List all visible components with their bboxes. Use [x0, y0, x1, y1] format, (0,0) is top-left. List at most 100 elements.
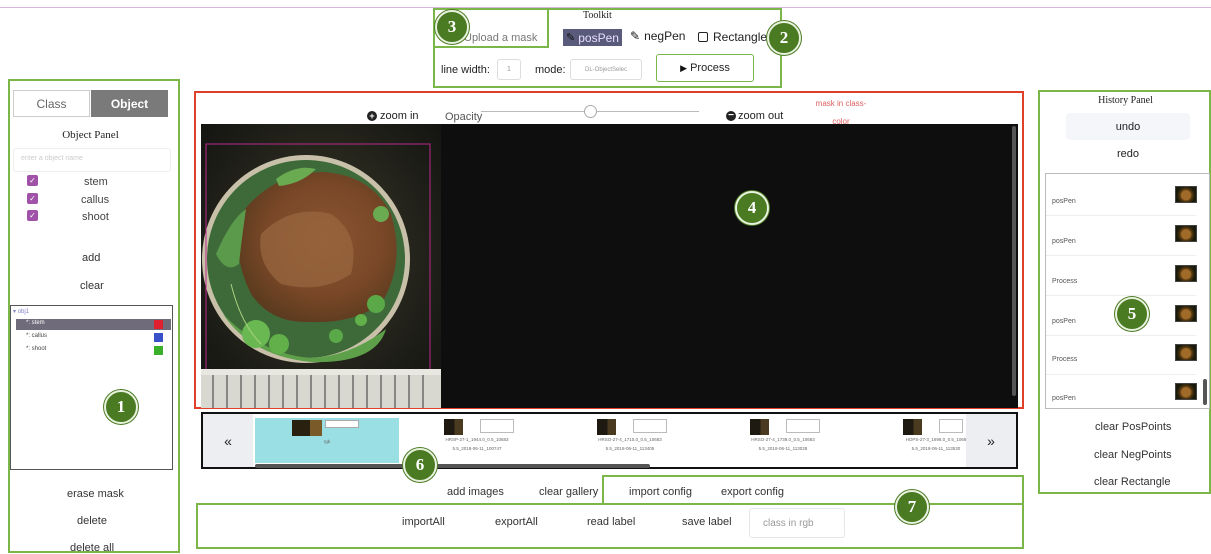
minus-circle-icon: −	[726, 111, 736, 121]
upload-mask-button[interactable]: Upload a mask	[464, 32, 537, 44]
clear-pos-points-button[interactable]: clear PosPoints	[1095, 421, 1171, 433]
object-name-input[interactable]: enter a object name	[13, 148, 171, 172]
history-thumb	[1175, 344, 1197, 361]
toolkit-title: Toolkit	[583, 10, 612, 21]
history-divider	[1046, 215, 1196, 216]
opacity-slider-thumb[interactable]	[584, 105, 597, 118]
gallery-name-box	[939, 419, 963, 433]
mode-select[interactable]: DL-ObjectSelec	[570, 59, 642, 80]
clear-button[interactable]: clear	[80, 280, 104, 292]
tree-item-callus[interactable]: *: callus	[16, 332, 171, 343]
delete-button[interactable]: delete	[77, 515, 107, 527]
annotation-marker-4: 4	[735, 191, 769, 225]
gallery-name-box	[480, 419, 514, 433]
tree-item-stem[interactable]: *: stem	[16, 319, 171, 330]
history-item-label: posPen	[1052, 238, 1076, 245]
tree-root-label: obj1	[17, 309, 30, 315]
pos-pen-button[interactable]: ✎ posPen	[563, 29, 622, 46]
petri-dish-image	[201, 124, 441, 408]
image-canvas[interactable]	[201, 124, 1018, 408]
history-item-label: posPen	[1052, 395, 1076, 402]
gallery-caption: 5.5_2018-06-11_113530	[911, 446, 961, 451]
color-swatch-blue	[154, 333, 163, 342]
export-all-button[interactable]: exportAll	[495, 516, 538, 528]
annotation-marker-1: 1	[104, 390, 138, 424]
line-width-label: line width:	[441, 64, 490, 76]
line-width-input[interactable]: 1	[497, 59, 521, 80]
history-scrollbar[interactable]	[1203, 379, 1207, 405]
object-name-placeholder: enter a object name	[21, 155, 83, 162]
gallery-caption: 5.5_2018-06-11_100747	[452, 446, 502, 451]
clear-rectangle-button[interactable]: clear Rectangle	[1094, 476, 1170, 488]
history-item-label: posPen	[1052, 198, 1076, 205]
class-checkbox-stem[interactable]: ✓	[27, 175, 38, 186]
class-label-shoot: shoot	[82, 211, 109, 223]
pencil-icon: ✎	[566, 32, 576, 44]
gallery-caption: 5.5_2018-06-11_113405	[605, 446, 655, 451]
neg-pen-label: negPen	[644, 29, 686, 43]
erase-mask-button[interactable]: erase mask	[67, 488, 124, 500]
neg-pen-button[interactable]: ✎ negPen	[630, 29, 685, 43]
export-config-button[interactable]: export config	[721, 486, 784, 498]
annotation-marker-7: 7	[895, 490, 929, 524]
config-left-underline	[196, 503, 604, 505]
history-item-label: Process	[1052, 356, 1078, 363]
delete-all-button[interactable]: delete all	[70, 542, 114, 554]
plant-image	[201, 124, 441, 408]
zoom-in-button[interactable]: + zoom in	[367, 110, 419, 122]
tree-item-label: *: callus	[26, 333, 48, 339]
import-all-button[interactable]: importAll	[402, 516, 445, 528]
class-checkbox-shoot[interactable]: ✓	[27, 210, 38, 221]
scrollbar-vertical[interactable]	[1012, 126, 1016, 396]
save-label-button[interactable]: save label	[682, 516, 732, 528]
add-button[interactable]: add	[82, 252, 100, 264]
tree-item-shoot[interactable]: *: shoot	[16, 345, 171, 356]
gallery-caption: rgb	[323, 439, 331, 444]
class-rgb-placeholder: class in rgb	[763, 518, 814, 529]
undo-button[interactable]: undo	[1066, 113, 1190, 140]
process-button[interactable]: ▶ Process	[656, 54, 754, 82]
gallery-name-box	[325, 420, 359, 428]
annotation-marker-3: 3	[435, 10, 469, 44]
gallery-name-box	[633, 419, 667, 433]
redo-button[interactable]: redo	[1066, 142, 1190, 166]
history-thumb	[1175, 305, 1197, 322]
read-label-button[interactable]: read label	[587, 516, 635, 528]
add-images-button[interactable]: add images	[447, 486, 504, 498]
gallery-thumb	[750, 419, 769, 435]
tree-root[interactable]: ▾ obj1	[13, 308, 29, 315]
import-config-button[interactable]: import config	[629, 486, 692, 498]
plus-circle-icon: +	[367, 111, 377, 121]
gallery-thumb	[444, 419, 463, 435]
history-divider	[1046, 374, 1196, 375]
gallery-scrollbar[interactable]	[255, 464, 650, 468]
zoom-out-button[interactable]: − zoom out	[726, 110, 783, 122]
clear-gallery-button[interactable]: clear gallery	[539, 486, 598, 498]
history-item-label: posPen	[1052, 318, 1076, 325]
class-label-stem: stem	[84, 176, 108, 188]
color-swatch-red	[154, 320, 163, 329]
history-thumb	[1175, 225, 1197, 242]
object-tree: ▾ obj1 *: stem *: callus *: shoot	[10, 305, 173, 470]
gallery-caption: HOPS-27-3_1698.0_0.5_1068	[905, 437, 967, 442]
tab-object[interactable]: Object	[91, 90, 168, 117]
gallery-caption: HRSO-27-4_1739.0_0.5_10683	[751, 437, 815, 442]
annotation-marker-2: 2	[767, 21, 801, 55]
history-item-label: Process	[1052, 278, 1078, 285]
history-divider	[1046, 295, 1196, 296]
class-checkbox-callus[interactable]: ✓	[27, 193, 38, 204]
gallery-prev-button[interactable]: «	[203, 414, 253, 467]
clear-neg-points-button[interactable]: clear NegPoints	[1094, 449, 1172, 461]
opacity-label: Opacity	[445, 111, 483, 123]
checkbox-icon	[698, 32, 708, 42]
gallery-caption: 5.5_2018-06-11_113028	[758, 446, 808, 451]
gallery-caption: HRSP-27-1_1944.0_0.5_10683	[445, 437, 509, 442]
class-rgb-input[interactable]: class in rgb	[749, 508, 845, 538]
tree-item-label: *: stem	[26, 320, 45, 326]
gallery-item-selected[interactable]: rgb	[255, 418, 399, 463]
zoom-in-label: zoom in	[380, 110, 419, 122]
annotation-marker-6: 6	[403, 448, 437, 482]
tab-class[interactable]: Class	[13, 90, 90, 117]
rectangle-button[interactable]: Rectangle	[698, 30, 767, 44]
history-panel-title: History Panel	[1098, 95, 1153, 106]
